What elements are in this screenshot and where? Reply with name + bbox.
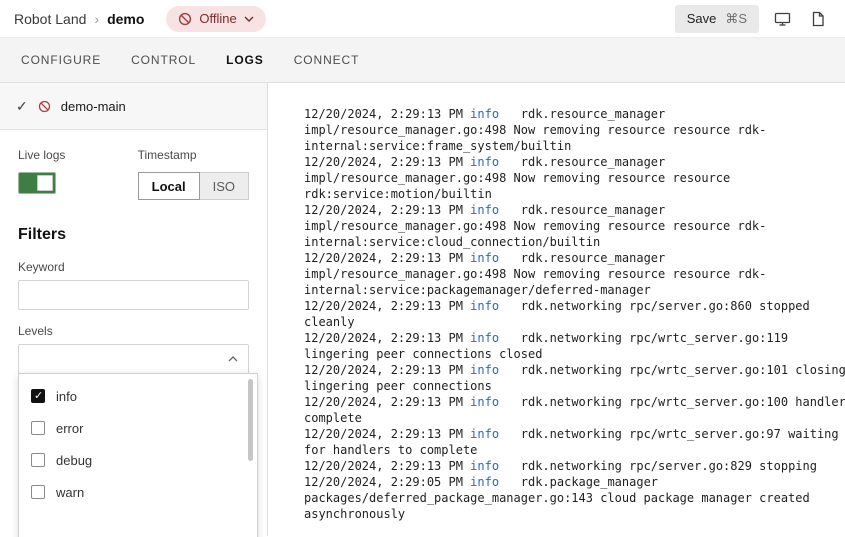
dropdown-scrollbar[interactable] [248, 379, 253, 461]
levels-select[interactable] [18, 344, 249, 374]
breadcrumb-current: demo [107, 11, 144, 27]
log-level: info [470, 107, 499, 121]
log-level: info [470, 363, 499, 377]
filters-title: Filters [18, 226, 249, 244]
log-timestamp: 12/20/2024, 2:29:13 PM [304, 203, 470, 217]
log-viewer[interactable]: 12/20/2024, 2:29:13 PM info rdk.resource… [268, 83, 845, 536]
log-level: info [470, 251, 499, 265]
log-controls: Live logs Timestamp LocalISO Filters Key… [0, 130, 267, 392]
check-icon: ✓ [16, 98, 28, 115]
breadcrumb: Robot Land › demo Offline [14, 6, 266, 32]
log-level: info [470, 475, 499, 489]
app-window: Robot Land › demo Offline Save ⌘S [0, 0, 845, 537]
log-timestamp: 12/20/2024, 2:29:13 PM [304, 427, 470, 441]
log-timestamp: 12/20/2024, 2:29:13 PM [304, 331, 470, 345]
log-entry: 12/20/2024, 2:29:13 PM info rdk.networki… [304, 458, 845, 474]
log-level: info [470, 299, 499, 313]
tab-control[interactable]: CONTROL [116, 38, 211, 82]
live-logs-label: Live logs [18, 148, 138, 162]
log-entry: 12/20/2024, 2:29:13 PM info rdk.resource… [304, 250, 845, 298]
page-body: ✓ demo-main Live logs Timestamp [0, 83, 845, 536]
log-entry: 12/20/2024, 2:29:13 PM info rdk.networki… [304, 330, 845, 362]
levels-option-label: debug [56, 453, 92, 468]
log-entry: 12/20/2024, 2:29:13 PM info rdk.resource… [304, 106, 845, 154]
part-name: demo-main [61, 99, 126, 114]
breadcrumb-root[interactable]: Robot Land [14, 11, 86, 27]
tab-bar: CONFIGURECONTROLLOGSCONNECT [0, 38, 845, 83]
checkbox-unchecked-icon[interactable] [31, 485, 45, 499]
tab-logs[interactable]: LOGS [211, 38, 279, 82]
log-level: info [470, 395, 499, 409]
save-button[interactable]: Save ⌘S [675, 5, 759, 33]
log-entry: 12/20/2024, 2:29:13 PM info rdk.resource… [304, 202, 845, 250]
log-level: info [470, 155, 499, 169]
timestamp-option-local[interactable]: Local [138, 172, 200, 200]
save-shortcut: ⌘S [725, 11, 747, 27]
timestamp-option-iso[interactable]: ISO [200, 172, 249, 200]
machine-status-dropdown[interactable]: Offline [166, 6, 265, 32]
monitor-icon-button[interactable] [769, 6, 795, 32]
log-timestamp: 12/20/2024, 2:29:13 PM [304, 299, 470, 313]
levels-option-label: warn [56, 485, 84, 500]
live-logs-toggle[interactable] [18, 172, 56, 194]
timestamp-segment: LocalISO [138, 172, 249, 200]
levels-option-warn[interactable]: warn [19, 476, 257, 508]
levels-option-error[interactable]: error [19, 412, 257, 444]
offline-icon [178, 12, 192, 26]
document-icon [811, 11, 825, 27]
log-timestamp: 12/20/2024, 2:29:13 PM [304, 395, 470, 409]
keyword-label: Keyword [18, 260, 249, 274]
log-timestamp: 12/20/2024, 2:29:13 PM [304, 363, 470, 377]
log-level: info [470, 427, 499, 441]
log-entry: 12/20/2024, 2:29:13 PM info rdk.resource… [304, 154, 845, 202]
log-entry: 12/20/2024, 2:29:13 PM info rdk.networki… [304, 298, 845, 330]
monitor-icon [774, 11, 791, 27]
logs-sidebar: ✓ demo-main Live logs Timestamp [0, 83, 268, 536]
log-entry: 12/20/2024, 2:29:13 PM info rdk.networki… [304, 426, 845, 458]
timestamp-label: Timestamp [138, 148, 249, 162]
levels-label: Levels [18, 324, 249, 338]
toggle-knob [37, 175, 53, 191]
levels-option-info[interactable]: info [19, 380, 257, 412]
levels-option-debug[interactable]: debug [19, 444, 257, 476]
breadcrumb-separator-icon: › [94, 11, 99, 27]
tab-connect[interactable]: CONNECT [279, 38, 375, 82]
levels-option-label: error [56, 421, 83, 436]
log-entry: 12/20/2024, 2:29:13 PM info rdk.networki… [304, 394, 845, 426]
log-timestamp: 12/20/2024, 2:29:13 PM [304, 155, 470, 169]
log-timestamp: 12/20/2024, 2:29:13 PM [304, 107, 470, 121]
levels-option-list: info error debug warn [19, 380, 257, 508]
chevron-up-icon [228, 356, 238, 362]
document-icon-button[interactable] [805, 6, 831, 32]
log-level: info [470, 203, 499, 217]
machine-status-label: Offline [199, 11, 236, 26]
save-button-label: Save [687, 11, 717, 26]
log-entry: 12/20/2024, 2:29:13 PM info rdk.networki… [304, 362, 845, 394]
log-list: 12/20/2024, 2:29:13 PM info rdk.resource… [304, 106, 845, 522]
keyword-input[interactable] [18, 280, 249, 310]
log-level: info [470, 459, 499, 473]
log-timestamp: 12/20/2024, 2:29:13 PM [304, 459, 470, 473]
log-timestamp: 12/20/2024, 2:29:13 PM [304, 251, 470, 265]
levels-dropdown: info error debug warn [18, 373, 258, 537]
part-offline-icon [38, 100, 51, 113]
log-entry: 12/20/2024, 2:29:05 PM info rdk.package_… [304, 474, 845, 522]
checkbox-unchecked-icon[interactable] [31, 453, 45, 467]
checkbox-unchecked-icon[interactable] [31, 421, 45, 435]
log-message: rdk.networking rpc/server.go:829 stoppin… [499, 459, 817, 473]
log-timestamp: 12/20/2024, 2:29:05 PM [304, 475, 470, 489]
chevron-down-icon [244, 16, 254, 22]
levels-option-label: info [56, 389, 77, 404]
part-selector-demo-main[interactable]: ✓ demo-main [0, 83, 267, 130]
checkbox-checked-icon[interactable] [31, 389, 45, 403]
tab-configure[interactable]: CONFIGURE [6, 38, 116, 82]
top-header: Robot Land › demo Offline Save ⌘S [0, 0, 845, 38]
header-actions: Save ⌘S [675, 5, 831, 33]
log-level: info [470, 331, 499, 345]
